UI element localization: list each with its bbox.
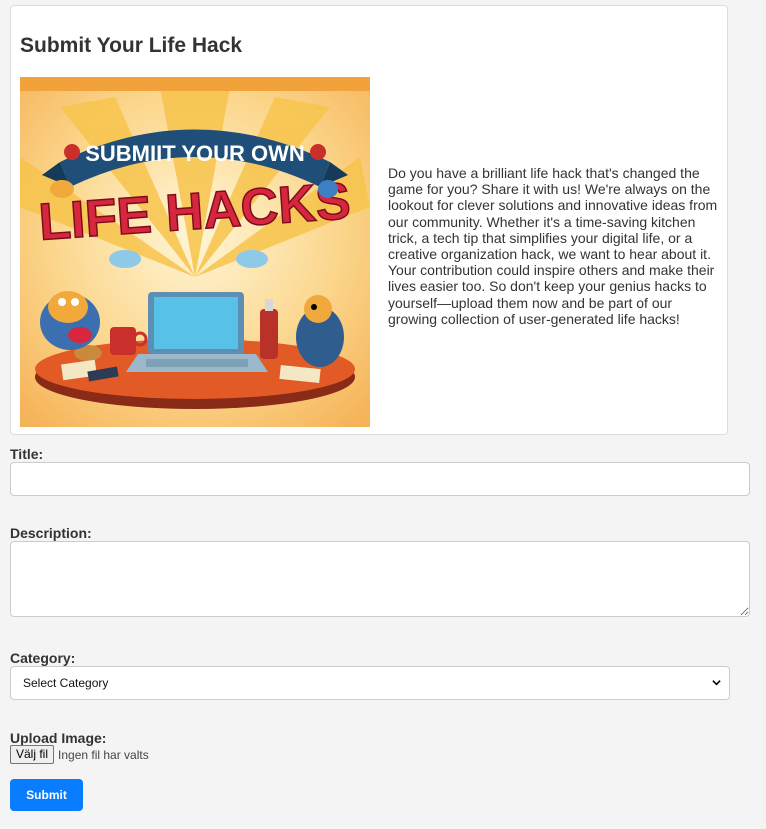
life-hacks-illustration-art: SUBMIIT YOUR OWN LIFE HACKS [20, 77, 370, 427]
file-status: Ingen fil har valts [58, 747, 149, 762]
category-select[interactable]: Select Category [10, 666, 730, 700]
description-textarea[interactable] [10, 541, 750, 617]
title-input[interactable] [10, 462, 750, 496]
life-hacks-illustration: SUBMIIT YOUR OWN LIFE HACKS [20, 77, 370, 427]
intro-card: Submit Your Life Hack SUBMIIT YOUR OWN L… [10, 5, 728, 435]
upload-label: Upload Image: [10, 730, 107, 746]
submit-button[interactable]: Submit [10, 779, 83, 811]
category-label: Category: [10, 650, 76, 666]
intro-description: Do you have a brilliant life hack that's… [388, 165, 718, 327]
chevron-down-icon [712, 680, 721, 686]
description-label: Description: [10, 525, 92, 541]
category-selected-value: Select Category [23, 676, 109, 690]
page-title: Submit Your Life Hack [20, 34, 243, 57]
file-upload: Välj fil Ingen fil har valts [10, 745, 149, 764]
banner-text: SUBMIIT YOUR OWN [85, 141, 305, 166]
title-label: Title: [10, 446, 44, 462]
choose-file-button[interactable]: Välj fil [10, 745, 55, 764]
